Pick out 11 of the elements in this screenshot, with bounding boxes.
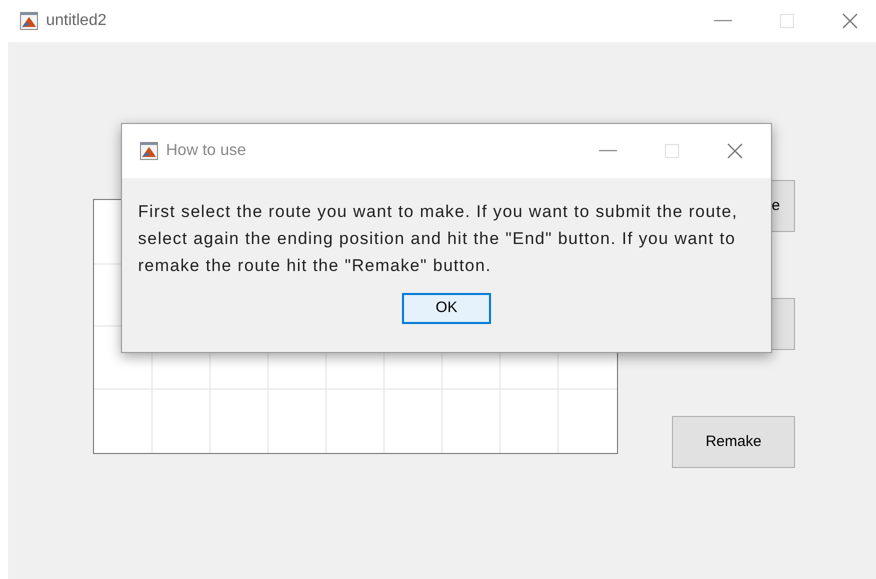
close-icon[interactable] <box>727 143 743 159</box>
ok-button[interactable]: OK <box>402 293 491 324</box>
push-button[interactable]: Remake <box>672 416 795 468</box>
minimize-icon[interactable] <box>714 20 732 22</box>
minimize-icon[interactable] <box>599 150 617 152</box>
dialog-title: How to use <box>166 141 246 161</box>
window-title: untitled2 <box>46 11 106 31</box>
app-icon <box>20 12 38 30</box>
dialog-message: First select the route you want to make. If you want to submit the route, select again the ending position and hit the "End" button. If you want to remake the route hit the "Remake" button. <box>138 201 739 277</box>
app-icon <box>140 142 158 160</box>
close-icon[interactable] <box>842 13 858 29</box>
